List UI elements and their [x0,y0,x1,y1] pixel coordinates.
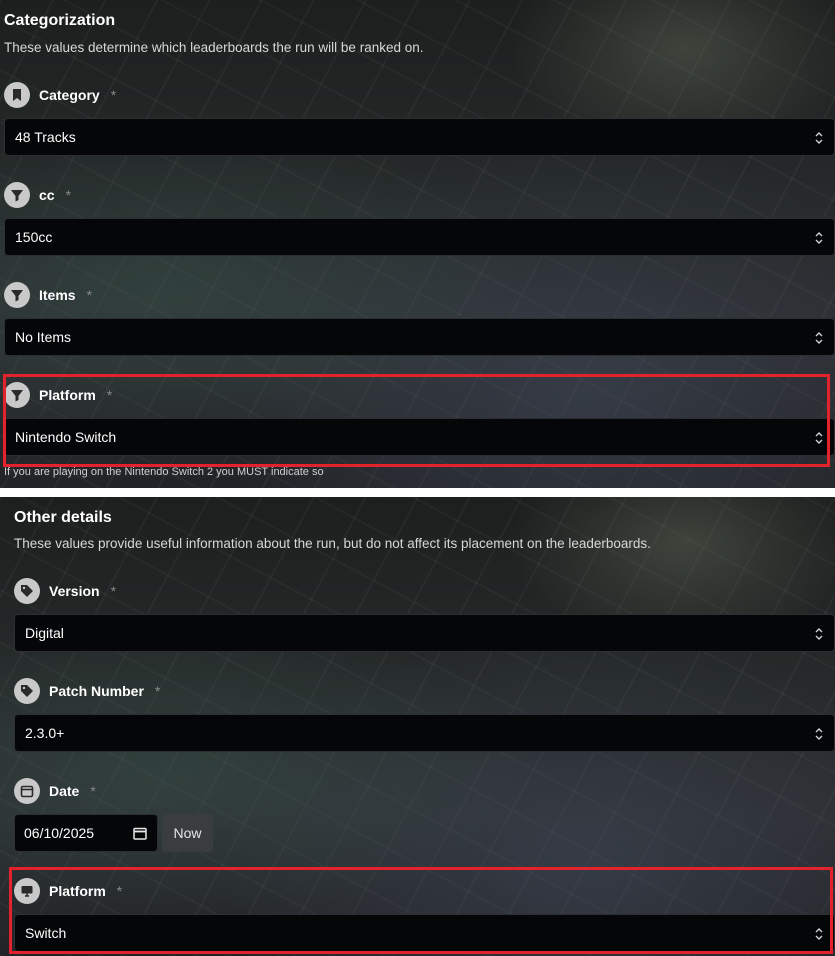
chevron-updown-icon [815,628,823,640]
platform-hint: If you are playing on the Nintendo Switc… [4,466,324,478]
version-select-value: Digital [25,625,64,641]
category-select-value: 48 Tracks [15,129,76,145]
filter-icon [4,282,30,308]
chevron-updown-icon [815,132,823,144]
categorization-panel: Categorization These values determine wh… [0,0,835,488]
patch-select-value: 2.3.0+ [25,725,65,741]
highlight-box [9,867,833,954]
items-select[interactable]: No Items [4,318,835,356]
required-mark: * [65,187,72,203]
categorization-title: Categorization [4,12,116,29]
items-label-text: Items [39,287,76,303]
cc-select[interactable]: 150cc [4,218,835,256]
patch-label: Patch Number * [14,678,160,704]
bookmark-icon [4,82,30,108]
date-label-text: Date [49,783,80,799]
version-select[interactable]: Digital [14,614,835,652]
date-input[interactable]: 06/10/2025 [14,814,158,852]
required-mark: * [154,683,161,699]
required-mark: * [90,783,96,799]
other-details-description: These values provide useful information … [14,536,651,551]
required-mark: * [110,87,117,103]
tag-icon [14,678,40,704]
date-label: Date * [14,778,96,804]
category-label-text: Category [39,87,100,103]
now-button[interactable]: Now [162,814,213,852]
cc-label: cc * [4,182,71,208]
cc-label-text: cc [39,187,55,203]
categorization-description: These values determine which leaderboard… [4,40,424,55]
patch-label-text: Patch Number [49,683,144,699]
date-input-value: 06/10/2025 [24,825,95,841]
chevron-updown-icon [815,332,823,344]
other-details-title: Other details [14,509,112,526]
version-label: Version * [14,578,116,604]
calendar-picker-icon[interactable] [133,827,147,840]
category-label: Category * [4,82,116,108]
category-select[interactable]: 48 Tracks [4,118,835,156]
patch-select[interactable]: 2.3.0+ [14,714,835,752]
chevron-updown-icon [815,728,823,740]
other-details-panel: Other details These values provide usefu… [0,497,835,956]
cc-select-value: 150cc [15,229,53,245]
required-mark: * [86,287,93,303]
version-label-text: Version [49,583,100,599]
required-mark: * [110,583,117,599]
highlight-box [3,374,830,467]
calendar-icon [14,778,40,804]
filter-icon [4,182,30,208]
items-label: Items * [4,282,92,308]
chevron-updown-icon [815,232,823,244]
items-select-value: No Items [15,329,72,345]
tag-icon [14,578,40,604]
